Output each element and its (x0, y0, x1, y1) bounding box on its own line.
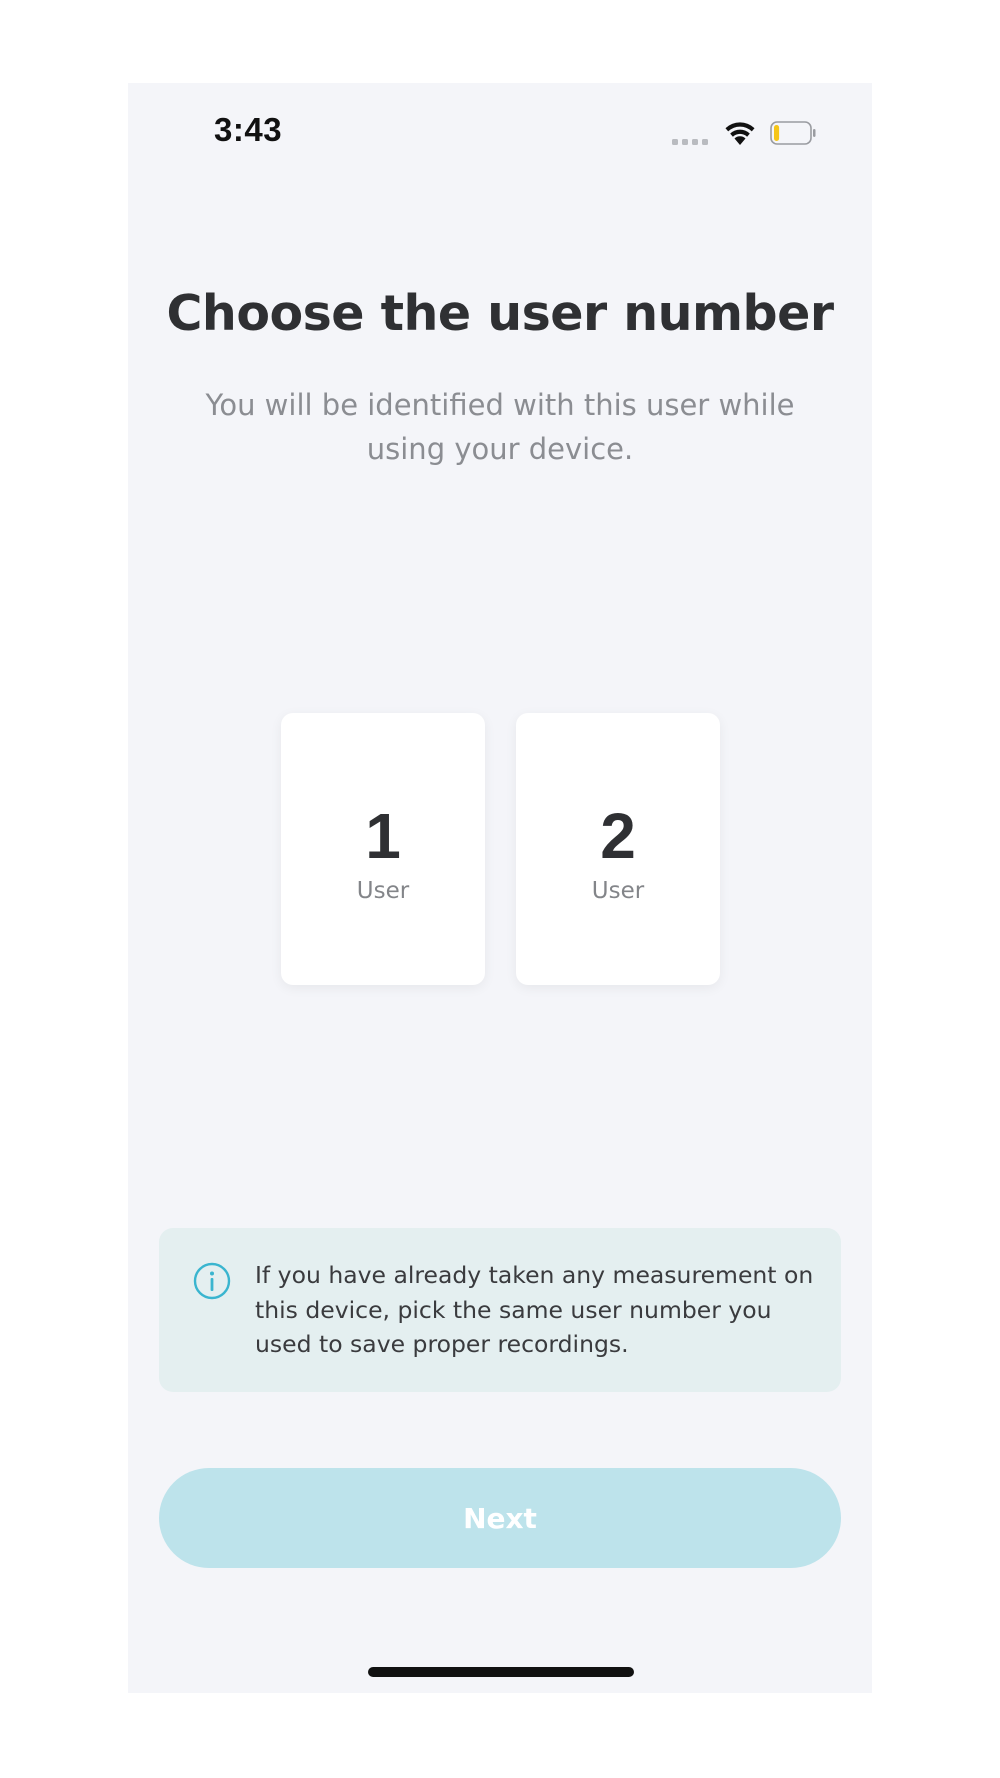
user-1-card[interactable]: 1 User (281, 713, 485, 985)
info-notice: If you have already taken any measuremen… (159, 1228, 841, 1392)
user-label: User (356, 878, 410, 904)
user-number: 1 (365, 800, 401, 872)
battery-low-icon (770, 121, 816, 145)
home-indicator[interactable] (368, 1667, 634, 1677)
status-bar: 3:43 (128, 83, 872, 183)
cellular-signal-icon (672, 139, 708, 145)
page-subtitle: You will be identified with this user wh… (205, 388, 795, 466)
wifi-icon (725, 122, 755, 145)
info-text: If you have already taken any measuremen… (255, 1261, 814, 1358)
user-label: User (591, 878, 645, 904)
app-screen: 3:43 Choose the user number You will be … (128, 83, 872, 1693)
user-number: 2 (600, 800, 636, 872)
page-title: Choose the user number (166, 285, 834, 342)
info-icon (193, 1262, 231, 1300)
user-2-card[interactable]: 2 User (516, 713, 720, 985)
next-button[interactable]: Next (159, 1468, 841, 1568)
status-time: 3:43 (214, 111, 283, 148)
